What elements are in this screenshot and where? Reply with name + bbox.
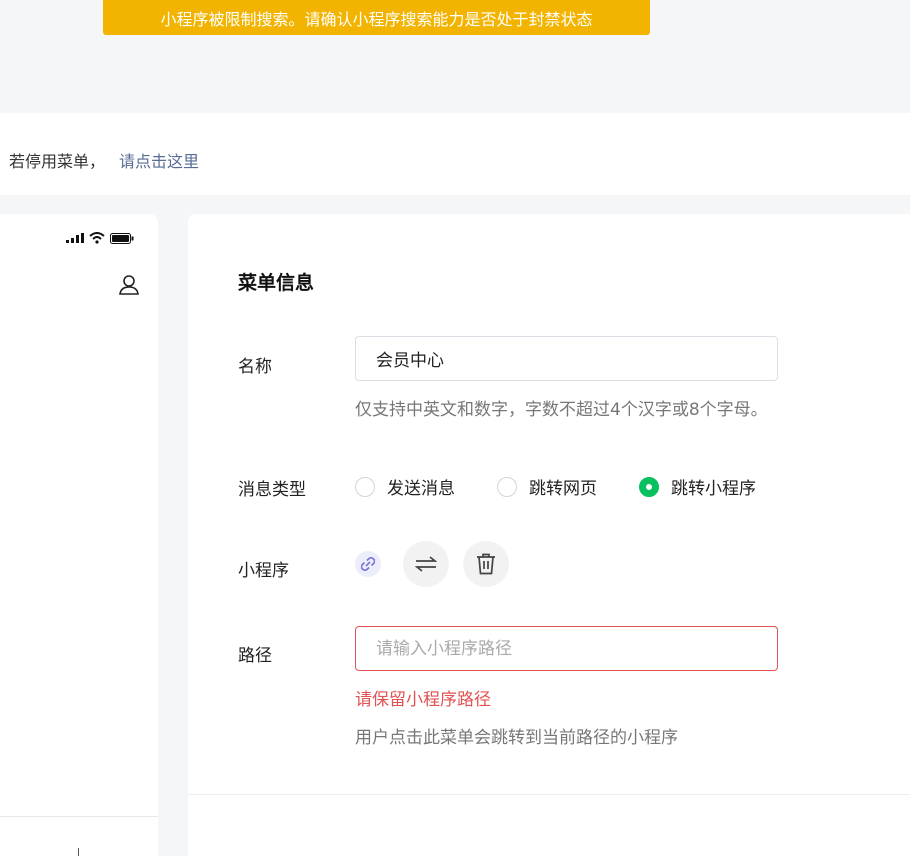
radio-label: 跳转网页 xyxy=(529,479,597,499)
add-menu-icon[interactable] xyxy=(78,848,79,856)
battery-icon xyxy=(110,232,134,244)
signal-icon xyxy=(66,233,84,243)
profile-icon[interactable] xyxy=(118,274,140,300)
path-error-message: 请保留小程序路径 xyxy=(355,690,491,710)
trash-icon xyxy=(477,553,495,575)
phone-preview xyxy=(0,214,158,856)
radio-circle[interactable] xyxy=(355,476,375,497)
radio-jump-webpage[interactable]: 跳转网页 xyxy=(497,474,597,499)
menu-name-input[interactable] xyxy=(355,336,778,381)
miniprogram-label: 小程序 xyxy=(238,561,289,581)
notice-text: 若停用菜单， xyxy=(9,152,106,171)
msg-type-radio-group: 发送消息 跳转网页 跳转小程序 xyxy=(355,474,756,499)
path-hint: 用户点击此菜单会跳转到当前路径的小程序 xyxy=(355,728,678,748)
menu-info-panel: 菜单信息 名称 仅支持中英文和数字，字数不超过4个汉字或8个字母。 消息类型 发… xyxy=(188,214,910,856)
radio-label: 跳转小程序 xyxy=(671,479,756,499)
swap-icon xyxy=(415,556,437,572)
wifi-icon xyxy=(89,232,105,244)
phone-menu-divider xyxy=(0,816,158,817)
panel-title: 菜单信息 xyxy=(238,272,315,294)
restriction-warning-banner: 小程序被限制搜索。请确认小程序搜索能力是否处于封禁状态 xyxy=(103,0,650,35)
path-label: 路径 xyxy=(238,646,272,666)
delete-miniprogram-button[interactable] xyxy=(463,541,509,587)
swap-miniprogram-button[interactable] xyxy=(403,541,449,587)
radio-circle[interactable] xyxy=(497,476,517,497)
radio-circle-selected[interactable] xyxy=(639,476,659,497)
miniprogram-row xyxy=(355,541,523,587)
link-icon xyxy=(355,551,381,577)
status-bar xyxy=(66,232,134,244)
radio-label: 发送消息 xyxy=(387,479,455,499)
name-label: 名称 xyxy=(238,357,272,377)
disable-menu-notice: 若停用菜单， 请点击这里 xyxy=(0,113,910,195)
disable-menu-link[interactable]: 请点击这里 xyxy=(119,148,199,172)
panel-divider xyxy=(188,794,910,795)
msg-type-label: 消息类型 xyxy=(238,480,306,500)
radio-send-message[interactable]: 发送消息 xyxy=(355,474,455,499)
warning-text: 小程序被限制搜索。请确认小程序搜索能力是否处于封禁状态 xyxy=(160,9,593,29)
name-hint: 仅支持中英文和数字，字数不超过4个汉字或8个字母。 xyxy=(355,400,768,420)
radio-jump-miniprogram[interactable]: 跳转小程序 xyxy=(639,474,756,499)
miniprogram-path-input[interactable] xyxy=(355,626,778,671)
